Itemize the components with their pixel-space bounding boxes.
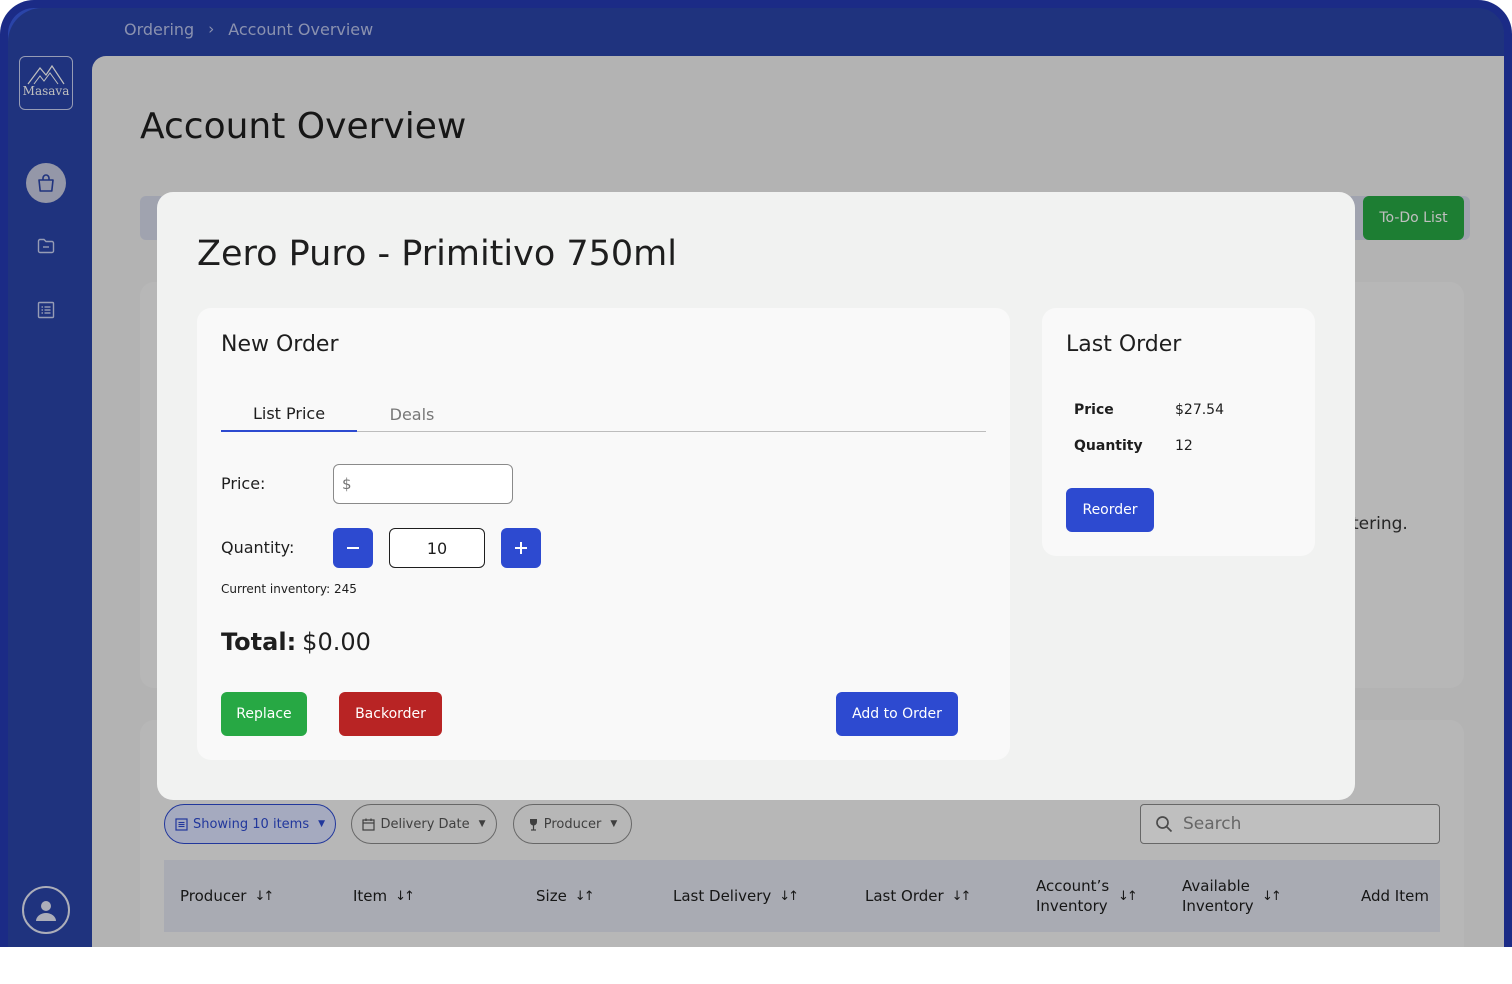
current-inventory-text: Current inventory: 245 (221, 582, 357, 596)
plus-icon (515, 542, 527, 554)
product-order-modal: Zero Puro - Primitivo 750ml New Order Li… (157, 192, 1355, 800)
modal-title: Zero Puro - Primitivo 750ml (197, 234, 678, 274)
order-total: Total: $0.00 (221, 628, 371, 656)
reorder-button[interactable]: Reorder (1066, 488, 1154, 532)
total-value: $0.00 (302, 628, 371, 656)
minus-icon (347, 547, 359, 549)
add-to-order-button[interactable]: Add to Order (836, 692, 958, 736)
last-quantity-label: Quantity (1074, 438, 1143, 454)
price-tabs: List Price Deals (221, 396, 986, 432)
tab-deals[interactable]: Deals (367, 396, 457, 432)
price-input[interactable] (333, 464, 513, 504)
new-order-title: New Order (221, 332, 339, 357)
quantity-label: Quantity: (221, 538, 295, 557)
backorder-button[interactable]: Backorder (339, 692, 442, 736)
last-order-panel: Last Order Price $27.54 Quantity 12 Reor… (1042, 308, 1315, 556)
new-order-panel: New Order List Price Deals Price: Quanti… (197, 308, 1010, 760)
last-price-label: Price (1074, 402, 1114, 418)
last-order-title: Last Order (1066, 332, 1182, 357)
quantity-input[interactable]: 10 (389, 528, 485, 568)
last-quantity-value: 12 (1175, 438, 1193, 454)
replace-button[interactable]: Replace (221, 692, 307, 736)
total-label: Total: (221, 628, 297, 656)
price-label: Price: (221, 474, 266, 493)
decrease-quantity-button[interactable] (333, 528, 373, 568)
tab-list-price[interactable]: List Price (221, 396, 357, 432)
last-price-value: $27.54 (1175, 402, 1224, 418)
increase-quantity-button[interactable] (501, 528, 541, 568)
